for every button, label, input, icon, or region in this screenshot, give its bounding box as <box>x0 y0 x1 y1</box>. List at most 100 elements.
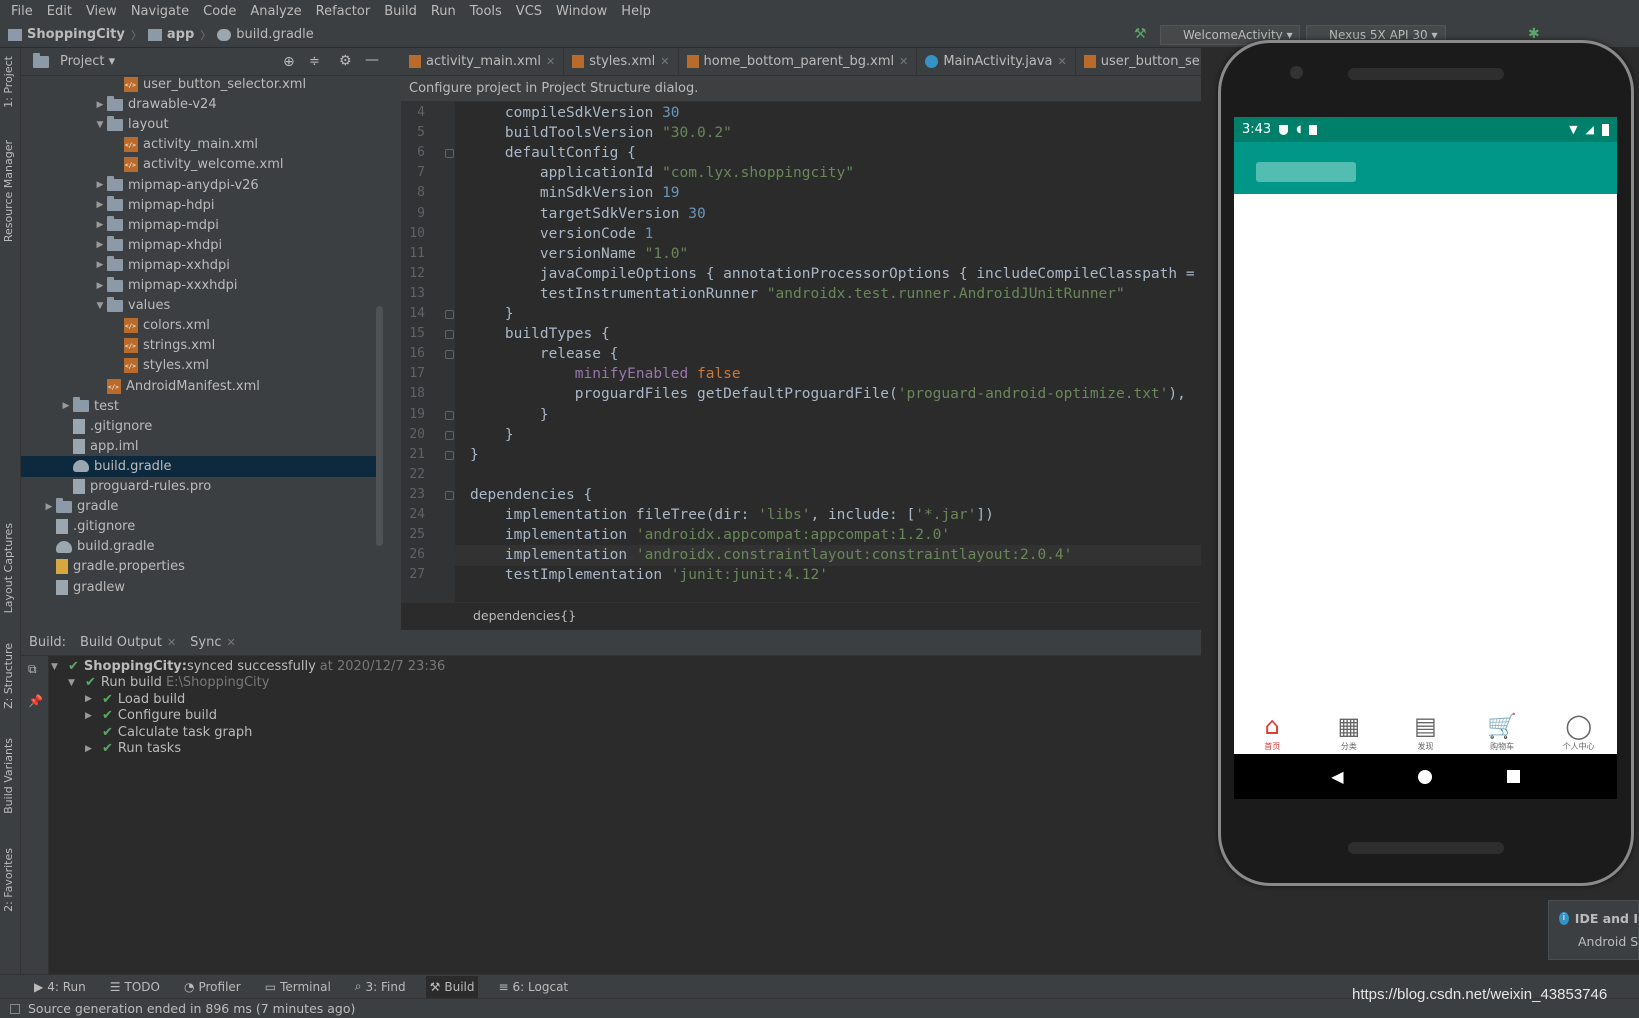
menu-item-window[interactable]: Window <box>549 4 614 19</box>
tree-item[interactable]: strings.xml <box>110 335 215 356</box>
expand-arrow-icon[interactable]: ▶ <box>93 100 107 110</box>
tree-item[interactable]: ▶ mipmap-mdpi <box>93 215 219 236</box>
build-tree-row[interactable]: ▼ ✔ Run build E:\ShoppingCity <box>68 674 269 691</box>
tree-item[interactable]: .gitignore <box>59 416 152 437</box>
tool-window-profiler[interactable]: ◔ Profiler <box>180 976 245 998</box>
tree-scrollbar[interactable] <box>376 306 383 546</box>
close-icon[interactable]: ✕ <box>660 55 669 68</box>
tree-item[interactable]: gradlew <box>42 577 125 598</box>
expand-arrow-icon[interactable]: ▶ <box>85 694 102 704</box>
menu-item-run[interactable]: Run <box>424 4 463 19</box>
toggle-view-icon[interactable]: ⧉ <box>28 662 37 677</box>
expand-arrow-icon[interactable]: ▼ <box>68 678 85 688</box>
favorites-tool-tab[interactable]: 2: Favorites <box>2 848 15 912</box>
expand-arrow-icon[interactable]: ▶ <box>93 180 107 190</box>
tree-item[interactable]: ▼ values <box>93 295 170 316</box>
fold-marker-icon[interactable] <box>445 410 454 420</box>
build-tree-row[interactable]: ✔ Calculate task graph <box>85 724 252 741</box>
tab-build-output[interactable]: Build Output ✕ <box>80 635 176 650</box>
fold-marker-icon[interactable] <box>445 330 454 340</box>
tree-item[interactable]: ▶ mipmap-xhdpi <box>93 235 222 256</box>
fold-marker-icon[interactable] <box>445 350 454 360</box>
tree-item[interactable]: build.gradle <box>42 536 155 557</box>
fold-marker-icon[interactable] <box>445 310 454 319</box>
tree-item[interactable]: .gitignore <box>42 516 135 537</box>
tree-item[interactable]: ▶ mipmap-xxhdpi <box>93 255 230 276</box>
fold-marker-icon[interactable] <box>445 490 454 500</box>
close-icon[interactable]: ✕ <box>167 636 176 649</box>
hide-panel-icon[interactable]: — <box>365 52 379 68</box>
tree-item[interactable]: colors.xml <box>110 315 210 336</box>
close-icon[interactable]: ✕ <box>546 55 555 68</box>
tree-item[interactable]: ▶ drawable-v24 <box>93 94 217 115</box>
expand-arrow-icon[interactable]: ▶ <box>93 220 107 230</box>
home-circle-icon[interactable] <box>1418 769 1433 784</box>
breadcrumb-file[interactable]: build.gradle <box>217 27 314 42</box>
tree-item[interactable]: ▶ gradle <box>42 496 118 517</box>
code-editor[interactable]: compileSdkVersion 30 buildToolsVersion "… <box>455 102 1201 602</box>
expand-arrow-icon[interactable]: ▶ <box>93 281 107 291</box>
menu-item-code[interactable]: Code <box>196 4 243 19</box>
tool-window-logcat[interactable]: ≡ 6: Logcat <box>494 976 572 998</box>
tree-item[interactable]: styles.xml <box>110 355 209 376</box>
menu-item-build[interactable]: Build <box>377 4 424 19</box>
editor-tab[interactable]: user_button_selector.xml✕ <box>1076 48 1201 75</box>
app-nav-item[interactable]: 🛒 购物车 <box>1464 706 1541 754</box>
status-icon[interactable] <box>10 1003 20 1014</box>
menu-item-tools[interactable]: Tools <box>463 4 509 19</box>
breadcrumb-module[interactable]: app <box>147 27 194 42</box>
build-tree-row[interactable]: ▼ ✔ ShoppingCity: synced successfully at 20… <box>51 658 445 675</box>
emulator-screen[interactable]: 3:43 ◖ ▼ ◢ ⌂ 首页 ▦ 分类 ▤ 发现 🛒 购物车 ◯ 个人中心 ◀ <box>1234 117 1617 799</box>
fold-marker-icon[interactable] <box>445 149 454 159</box>
expand-arrow-icon[interactable]: ▶ <box>85 744 102 754</box>
tool-window-todo[interactable]: ☰ TODO <box>106 976 164 998</box>
build-tree-row[interactable]: ▶ ✔ Load build <box>85 691 185 708</box>
app-nav-item[interactable]: ▤ 发现 <box>1387 706 1464 754</box>
app-nav-item[interactable]: ▦ 分类 <box>1311 706 1388 754</box>
tool-window-build[interactable]: ⚒ Build <box>425 975 479 998</box>
expand-arrow-icon[interactable]: ▼ <box>93 120 107 130</box>
expand-arrow-icon[interactable]: ▶ <box>59 401 73 411</box>
menu-item-refactor[interactable]: Refactor <box>309 4 378 19</box>
expand-arrow-icon[interactable]: ▶ <box>85 711 102 721</box>
structure-tool-tab[interactable]: Z: Structure <box>2 643 15 709</box>
menu-item-analyze[interactable]: Analyze <box>243 4 308 19</box>
build-tree-row[interactable]: ▶ ✔ Configure build <box>85 707 217 724</box>
close-icon[interactable]: ✕ <box>899 55 908 68</box>
menu-item-edit[interactable]: Edit <box>40 4 79 19</box>
tree-item[interactable]: user_button_selector.xml <box>110 74 306 95</box>
layout-captures-tool-tab[interactable]: Layout Captures <box>2 523 15 613</box>
tree-item[interactable]: ▼ layout <box>93 114 169 135</box>
tree-item[interactable]: ▶ mipmap-anydpi-v26 <box>93 175 259 196</box>
menu-item-file[interactable]: File <box>4 4 40 19</box>
tree-item[interactable]: AndroidManifest.xml <box>93 376 260 397</box>
build-tree-row[interactable]: ▶ ✔ Run tasks <box>85 740 181 757</box>
fold-marker-icon[interactable] <box>445 450 454 460</box>
ide-notification[interactable]: i IDE and I Android S <box>1548 900 1639 960</box>
tree-item[interactable]: gradle.properties <box>42 556 185 577</box>
tree-item[interactable]: activity_main.xml <box>110 134 258 155</box>
app-nav-item[interactable]: ⌂ 首页 <box>1234 706 1311 754</box>
expand-arrow-icon[interactable]: ▶ <box>93 240 107 250</box>
expand-arrow-icon[interactable]: ▶ <box>93 200 107 210</box>
close-icon[interactable]: ✕ <box>1058 55 1067 68</box>
build-variants-tool-tab[interactable]: Build Variants <box>2 738 15 814</box>
settings-gear-icon[interactable]: ⚙ <box>339 53 352 69</box>
close-icon[interactable]: ✕ <box>227 636 236 649</box>
breadcrumb-project[interactable]: ShoppingCity <box>8 27 125 42</box>
recents-square-icon[interactable] <box>1506 770 1520 783</box>
tab-sync[interactable]: Sync ✕ <box>190 635 236 650</box>
code-breadcrumb[interactable]: dependencies{} <box>401 602 1201 628</box>
editor-tab[interactable]: home_bottom_parent_bg.xml ✕ <box>679 48 918 75</box>
expand-arrow-icon[interactable]: ▼ <box>93 301 107 311</box>
tool-window-run[interactable]: ▶ 4: Run <box>30 976 90 998</box>
expand-arrow-icon[interactable]: ▼ <box>51 662 68 672</box>
make-project-hammer-icon[interactable]: ⚒ <box>1134 27 1148 41</box>
back-icon[interactable]: ◀ <box>1331 767 1343 786</box>
pin-icon[interactable]: 📌 <box>28 694 43 708</box>
locate-file-icon[interactable]: ⊕ <box>283 54 295 70</box>
tree-item[interactable]: ▶ test <box>59 396 119 417</box>
tool-window-find[interactable]: ⌕ 3: Find <box>351 976 410 998</box>
menu-item-navigate[interactable]: Navigate <box>124 4 196 19</box>
tree-item[interactable]: activity_welcome.xml <box>110 154 284 175</box>
